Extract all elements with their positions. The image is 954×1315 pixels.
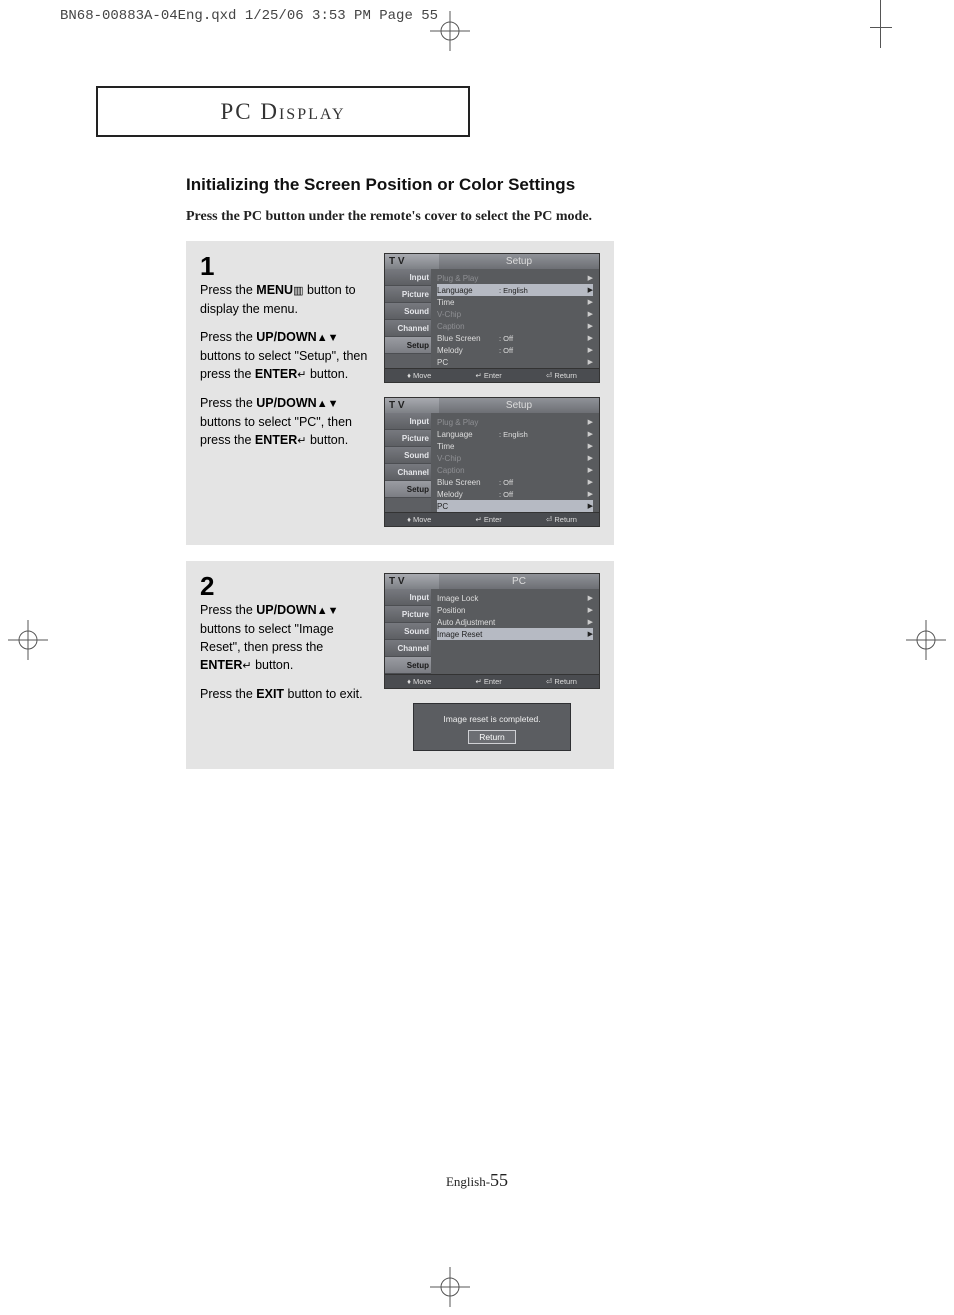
osd-tab-channel: Channel — [385, 640, 431, 657]
chevron-right-icon: ▶ — [588, 630, 593, 638]
print-header: BN68-00883A-04Eng.qxd 1/25/06 3:53 PM Pa… — [60, 8, 438, 24]
osd-row: PC▶ — [437, 356, 593, 368]
osd-row: Auto Adjustment▶ — [437, 616, 593, 628]
osd-row: Caption▶ — [437, 320, 593, 332]
osd-title: Setup — [439, 398, 599, 413]
chevron-right-icon: ▶ — [588, 358, 593, 366]
registration-mark-bottom-icon — [430, 1267, 470, 1307]
chevron-right-icon: ▶ — [588, 490, 593, 498]
chevron-right-icon: ▶ — [588, 322, 593, 330]
osd-tv-label: T V — [385, 398, 439, 413]
chevron-right-icon: ▶ — [588, 334, 593, 342]
osd-tv-label: T V — [385, 254, 439, 269]
osd-screenshot-setup-pc: T VSetupInputPictureSoundChannelSetupPlu… — [384, 397, 600, 527]
osd-tab-sound: Sound — [385, 623, 431, 640]
osd-title: Setup — [439, 254, 599, 269]
osd-row: Blue Screen: Off▶ — [437, 476, 593, 488]
section-title: PC Display — [220, 99, 345, 125]
registration-mark-left-icon — [8, 620, 48, 660]
osd-footer: ♦ Move↵ Enter⏎ Return — [385, 674, 599, 688]
step1-para1: Press the MENU▥ button to display the me… — [200, 281, 372, 318]
osd-row: Plug & Play▶ — [437, 272, 593, 284]
osd-tab-setup: Setup — [385, 657, 431, 674]
page-footer: English-55 — [0, 1170, 954, 1191]
intro-text: Press the PC button under the remote's c… — [186, 209, 806, 225]
chevron-right-icon: ▶ — [588, 418, 593, 426]
osd-tv-label: T V — [385, 574, 439, 589]
osd-screenshot-pc-menu: T VPC InputPictureSoundChannelSetup Image … — [384, 573, 600, 689]
osd-row: Caption▶ — [437, 464, 593, 476]
enter-icon: ↵ — [242, 660, 251, 672]
osd-row: Language: English▶ — [437, 284, 593, 296]
osd-tab-sound: Sound — [385, 303, 431, 320]
chevron-right-icon: ▶ — [588, 346, 593, 354]
osd-tab-setup: Setup — [385, 481, 431, 498]
osd-tab-picture: Picture — [385, 286, 431, 303]
popup-return-button: Return — [468, 730, 516, 744]
chevron-right-icon: ▶ — [588, 442, 593, 450]
osd-tab-setup: Setup — [385, 337, 431, 354]
chevron-right-icon: ▶ — [588, 606, 593, 614]
registration-mark-top-icon — [430, 11, 470, 51]
osd-screenshot-setup-language: T VSetupInputPictureSoundChannelSetupPlu… — [384, 253, 600, 383]
updown-icon: ▲▼ — [317, 605, 339, 617]
chevron-right-icon: ▶ — [588, 478, 593, 486]
osd-row: Time▶ — [437, 440, 593, 452]
osd-row: Language: English▶ — [437, 428, 593, 440]
osd-tab-input: Input — [385, 413, 431, 430]
chevron-right-icon: ▶ — [588, 618, 593, 626]
osd-footer: ♦ Move↵ Enter⏎ Return — [385, 368, 599, 382]
osd-tab-input: Input — [385, 589, 431, 606]
step-2: 2 Press the UP/DOWN▲▼ buttons to select … — [186, 561, 614, 769]
osd-row: V-Chip▶ — [437, 452, 593, 464]
osd-tab-sound: Sound — [385, 447, 431, 464]
chevron-right-icon: ▶ — [588, 286, 593, 294]
chevron-right-icon: ▶ — [588, 430, 593, 438]
osd-row: V-Chip▶ — [437, 308, 593, 320]
step-number: 2 — [200, 573, 372, 599]
updown-icon: ▲▼ — [317, 332, 339, 344]
osd-tab-picture: Picture — [385, 606, 431, 623]
osd-row: Melody: Off▶ — [437, 488, 593, 500]
osd-row: Position▶ — [437, 604, 593, 616]
step-number: 1 — [200, 253, 372, 279]
osd-tab-input: Input — [385, 269, 431, 286]
osd-row: PC▶ — [437, 500, 593, 512]
chevron-right-icon: ▶ — [588, 298, 593, 306]
chevron-right-icon: ▶ — [588, 274, 593, 282]
osd-tab-channel: Channel — [385, 320, 431, 337]
updown-icon: ▲▼ — [317, 398, 339, 410]
osd-tab-picture: Picture — [385, 430, 431, 447]
step-1: 1 Press the MENU▥ button to display the … — [186, 241, 614, 545]
step2-para2: Press the EXIT button to exit. — [200, 685, 372, 703]
page-heading: Initializing the Screen Position or Colo… — [186, 175, 806, 195]
osd-tab-channel: Channel — [385, 464, 431, 481]
step2-para1: Press the UP/DOWN▲▼ buttons to select "I… — [200, 601, 372, 675]
popup-message: Image reset is completed. — [422, 714, 562, 724]
osd-row: Image Reset▶ — [437, 628, 593, 640]
osd-row: Image Lock▶ — [437, 592, 593, 604]
step1-para3: Press the UP/DOWN▲▼ buttons to select "P… — [200, 394, 372, 450]
section-title-box: PC Display — [96, 86, 470, 137]
chevron-right-icon: ▶ — [588, 310, 593, 318]
osd-row: Time▶ — [437, 296, 593, 308]
chevron-right-icon: ▶ — [588, 466, 593, 474]
osd-footer: ♦ Move↵ Enter⏎ Return — [385, 512, 599, 526]
osd-row: Plug & Play▶ — [437, 416, 593, 428]
osd-row: Melody: Off▶ — [437, 344, 593, 356]
chevron-right-icon: ▶ — [588, 594, 593, 602]
registration-mark-right-icon — [906, 620, 946, 660]
chevron-right-icon: ▶ — [588, 454, 593, 462]
osd-popup: Image reset is completed. Return — [413, 703, 571, 751]
crop-mark-icon — [870, 0, 892, 48]
osd-title: PC — [439, 574, 599, 589]
chevron-right-icon: ▶ — [588, 502, 593, 510]
osd-row: Blue Screen: Off▶ — [437, 332, 593, 344]
menu-icon: ▥ — [293, 285, 303, 297]
step1-para2: Press the UP/DOWN▲▼ buttons to select "S… — [200, 328, 372, 384]
